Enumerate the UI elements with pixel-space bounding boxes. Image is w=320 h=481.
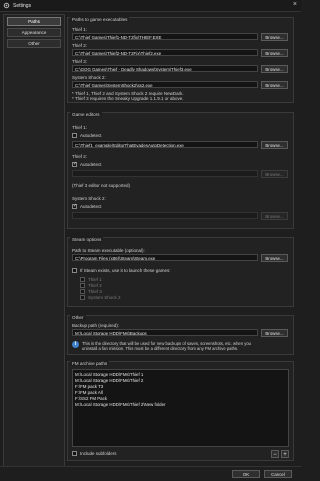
thief2-exe-field[interactable]: C:\Thief Games\Thief2-ND-T2Fix\Thief2.ex… <box>72 49 258 56</box>
paths-group: Paths to game executables Thief 1: C:\Th… <box>67 17 294 103</box>
fm-archive-group: FM archive paths M:\Local Storage HDD\FM… <box>67 361 294 461</box>
cancel-button[interactable]: Cancel <box>264 470 292 478</box>
thief1-exe-browse-button[interactable]: Browse... <box>261 33 288 41</box>
add-path-button[interactable]: + <box>281 450 289 458</box>
thief1-editor-browse-button[interactable]: Browse... <box>261 141 288 149</box>
thief3-exe-browse-button[interactable]: Browse... <box>261 65 288 73</box>
editors-group: Game editors Thief 1: Autodetect C:\Thie… <box>67 112 294 229</box>
thief2-autodetect-checkbox[interactable] <box>72 161 77 167</box>
steam-ss2-checkbox[interactable] <box>80 295 85 300</box>
ss2-editor-browse-button[interactable]: Browse... <box>261 212 288 220</box>
steam-thief2-checkbox[interactable] <box>80 283 85 288</box>
thief2-exe-browse-button[interactable]: Browse... <box>261 49 288 57</box>
use-steam-checkbox[interactable] <box>72 268 77 273</box>
steam-exe-label: Path to Steam executable (optional): <box>72 248 145 253</box>
gear-icon <box>3 2 10 9</box>
steam-thief1-label: Thief 1 <box>88 277 102 282</box>
thief1-autodetect-label: Autodetect <box>80 133 102 138</box>
thief1-autodetect-checkbox[interactable] <box>72 133 77 138</box>
ss2-editor-label: System Shock 2: <box>72 196 106 201</box>
thief3-exe-label: Thief 3: <box>72 59 88 64</box>
ss2-exe-label: System Shock 2: <box>72 75 106 80</box>
info-icon: i <box>72 341 79 348</box>
sidebar-item-paths[interactable]: Paths <box>7 17 61 26</box>
dialog-footer: OK Cancel <box>0 466 301 481</box>
ss2-autodetect-label: Autodetect <box>80 204 102 209</box>
thief1-editor-field[interactable]: C:\Thief1_example\EditorThatEvadesAutoDe… <box>72 141 258 148</box>
steam-thief1-checkbox[interactable] <box>80 277 85 282</box>
use-steam-label: If Steam exists, use it to launch these … <box>80 268 171 273</box>
steam-group-title: Steam options <box>70 237 104 242</box>
thief3-exe-field[interactable]: C:\GOG Games\Thief - Deadly Shadows\Syst… <box>72 65 258 72</box>
steam-exe-field[interactable]: C:\Program Files (x86)\Steam\Steam.exe <box>72 254 258 261</box>
steam-thief2-label: Thief 2 <box>88 283 102 288</box>
sneaky-upgrade-note: * Thief 3 requires the Sneaky Upgrade 1.… <box>72 96 184 101</box>
backup-info-line2: uninstall a fan mission. This must be a … <box>82 346 239 351</box>
steam-exe-browse-button[interactable]: Browse... <box>261 254 288 262</box>
steam-ss2-label: System Shock 2 <box>88 295 121 300</box>
backup-path-label: Backup path (required): <box>72 323 120 328</box>
backup-path-field[interactable]: M:\Local Storage HDD\FMs\Backups <box>72 329 258 336</box>
settings-panel: Paths to game executables Thief 1: C:\Th… <box>67 14 298 465</box>
thief1-editor-label: Thief 1: <box>72 125 88 130</box>
ss2-editor-field[interactable] <box>72 212 258 219</box>
include-subfolders-checkbox[interactable] <box>72 451 77 456</box>
thief1-exe-label: Thief 1: <box>72 27 88 32</box>
title-bar: Settings × <box>0 0 301 12</box>
thief3-editor-note: (Thief 3 editor not supported) <box>72 183 131 188</box>
thief2-editor-label: Thief 2: <box>72 154 88 159</box>
editors-group-title: Game editors <box>70 112 102 117</box>
steam-thief3-label: Thief 3 <box>88 289 102 294</box>
fm-archive-group-title: FM archive paths <box>70 361 110 366</box>
thief2-autodetect-label: Autodetect <box>80 162 102 167</box>
ss2-autodetect-checkbox[interactable] <box>72 203 77 209</box>
steam-thief3-checkbox[interactable] <box>80 289 85 294</box>
fm-archive-list[interactable]: M:\Local Storage HDD\FMs\Thief 1 M:\Loca… <box>72 369 289 447</box>
window-title: Settings <box>13 3 32 9</box>
other-group-title: Other <box>70 315 86 320</box>
sidebar-item-appearance[interactable]: Appearance <box>7 28 61 37</box>
paths-group-title: Paths to game executables <box>70 17 130 22</box>
ok-button[interactable]: OK <box>232 470 260 478</box>
remove-path-button[interactable]: − <box>271 450 279 458</box>
thief2-editor-field[interactable] <box>72 170 258 177</box>
sidebar-item-other[interactable]: Other <box>7 39 61 48</box>
sidebar: Paths Appearance Other <box>3 14 65 468</box>
thief2-exe-label: Thief 2: <box>72 43 88 48</box>
include-subfolders-label: Include subfolders <box>80 451 117 456</box>
thief2-editor-browse-button[interactable]: Browse... <box>261 170 288 178</box>
other-group: Other Backup path (required): M:\Local S… <box>67 315 294 355</box>
list-item[interactable]: M:\Local Storage HDD\FMs\Thief 2\New fol… <box>73 402 288 408</box>
close-icon[interactable]: × <box>293 1 297 8</box>
ss2-exe-browse-button[interactable]: Browse... <box>261 81 288 89</box>
thief1-exe-field[interactable]: C:\Thief Games\Thief1-ND-T2fix\THIEF.EXE <box>72 33 258 40</box>
steam-group: Steam options Path to Steam executable (… <box>67 237 294 307</box>
backup-path-browse-button[interactable]: Browse... <box>261 329 288 337</box>
ss2-exe-field[interactable]: C:\Thief Games\SystemShock2\ss2.exe <box>72 81 258 88</box>
